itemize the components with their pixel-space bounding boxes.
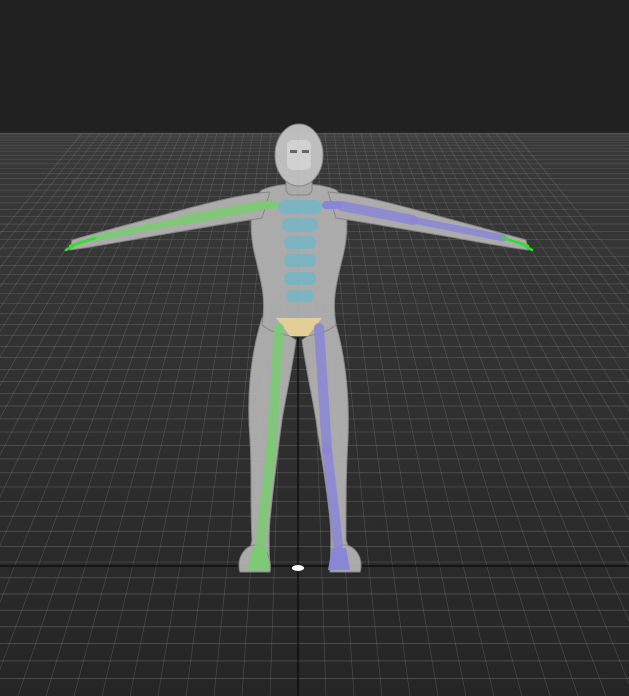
viewport-canvas[interactable] xyxy=(0,0,629,696)
spine-bone-1[interactable] xyxy=(278,200,322,214)
right-eye xyxy=(302,150,309,153)
spine-bone-6[interactable] xyxy=(286,290,314,302)
spine-bone-2[interactable] xyxy=(282,218,318,232)
spine-bone-5[interactable] xyxy=(284,272,316,285)
spine-bone-4[interactable] xyxy=(284,254,316,267)
left-eye xyxy=(290,150,297,153)
face-plate xyxy=(287,140,311,170)
spine-bone-3[interactable] xyxy=(284,236,316,249)
perspective-viewport[interactable] xyxy=(0,0,629,696)
pivot-point-icon[interactable] xyxy=(292,565,304,571)
